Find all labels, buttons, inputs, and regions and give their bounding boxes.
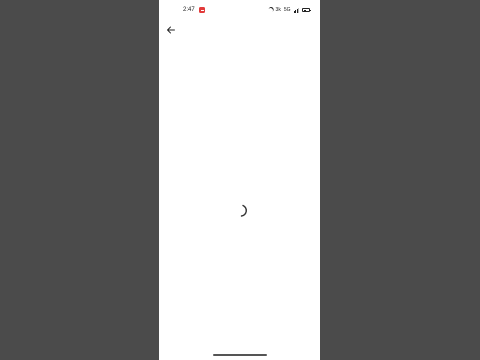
network-type: 5G: [283, 7, 291, 13]
back-button[interactable]: [164, 23, 178, 37]
battery-icon: [302, 8, 311, 12]
notification-badge-icon: [199, 7, 205, 13]
moon-icon: [267, 7, 274, 14]
signal-bars-icon: [293, 7, 299, 13]
network-speed: 3k: [275, 7, 281, 13]
arrow-left-icon: [167, 26, 175, 34]
home-indicator[interactable]: [213, 354, 267, 356]
status-time: 2:47: [183, 7, 195, 13]
loading-spinner-icon: [240, 204, 247, 217]
status-bar: 2:47 3k 5G: [159, 5, 320, 17]
status-indicators: 3k 5G: [267, 6, 311, 14]
phone-screen: 2:47 3k 5G: [159, 0, 320, 360]
battery-fill: [303, 9, 307, 12]
